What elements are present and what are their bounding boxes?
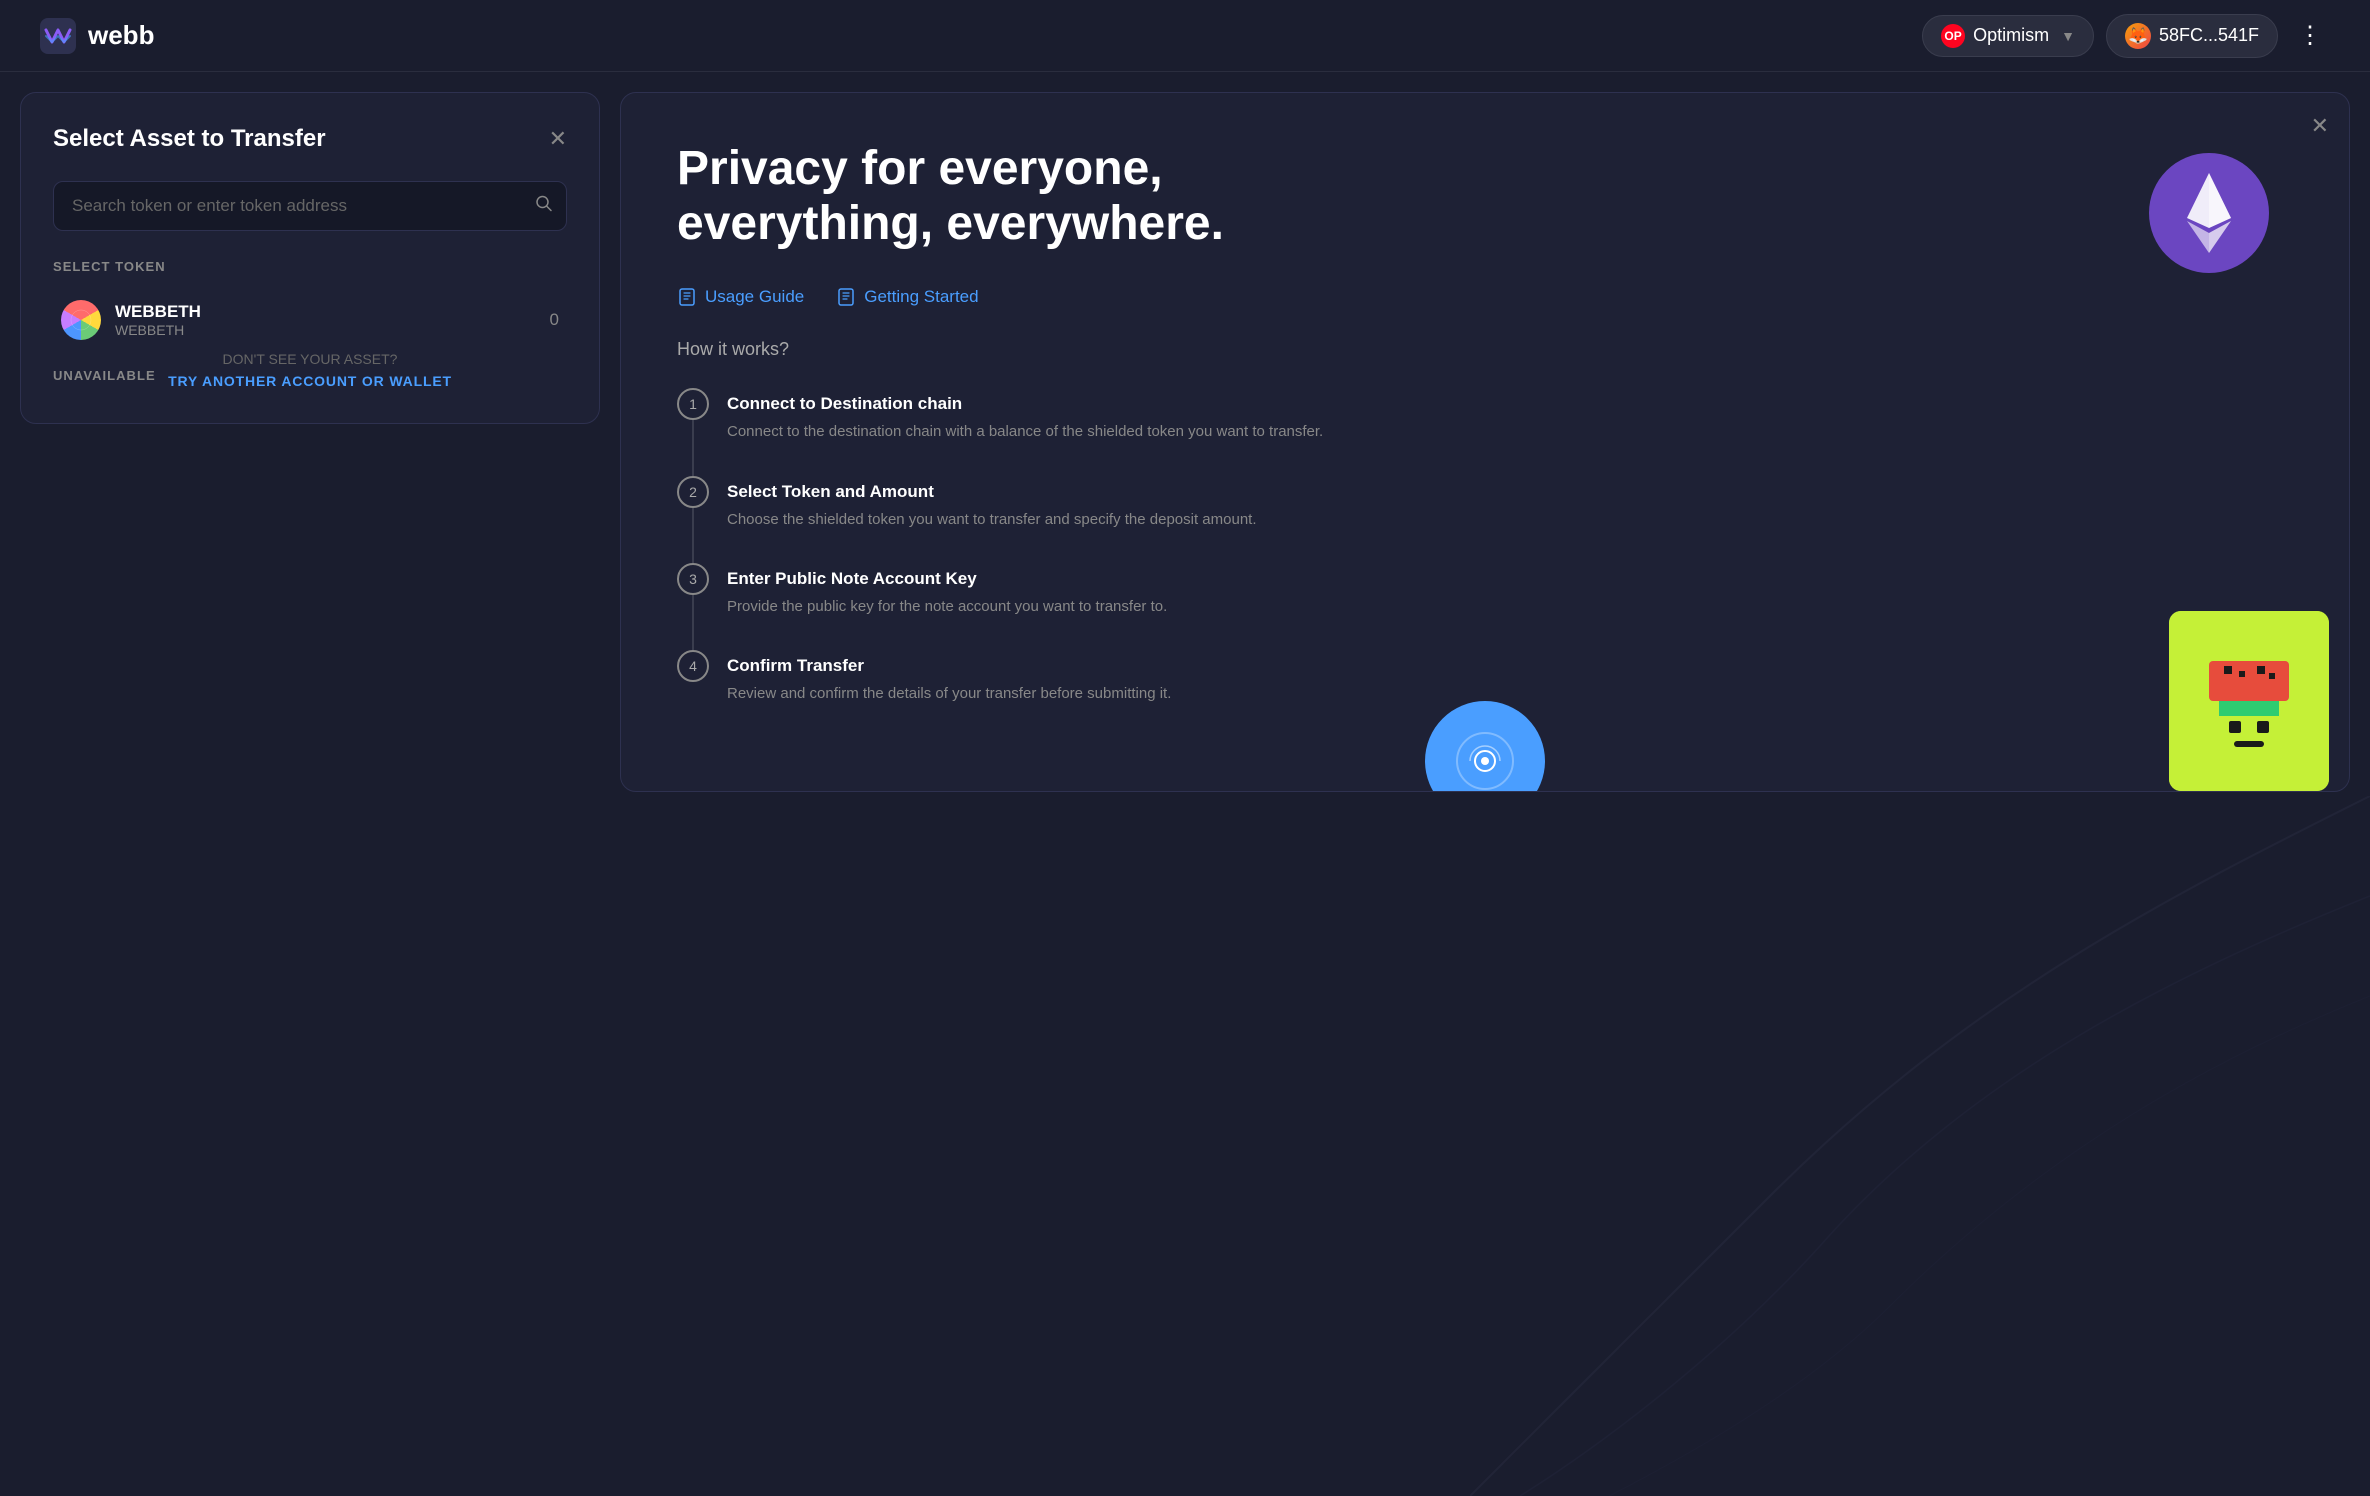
step-1-left: 1 xyxy=(677,388,709,475)
navbar-left: webb xyxy=(40,18,154,54)
wallet-address: 58FC...541F xyxy=(2159,25,2259,46)
step-3-desc: Provide the public key for the note acco… xyxy=(727,595,2293,618)
wallet-button[interactable]: 🦊 58FC...541F xyxy=(2106,14,2278,58)
step-1: 1 Connect to Destination chain Connect t… xyxy=(677,388,2293,475)
book-icon-usage xyxy=(677,287,697,307)
step-4-number: 4 xyxy=(677,650,709,682)
webb-logo-icon xyxy=(40,18,76,54)
usage-guide-label: Usage Guide xyxy=(705,287,804,307)
navbar: webb OP Optimism ▼ 🦊 58FC...541F ⋮ xyxy=(0,0,2370,72)
network-name: Optimism xyxy=(1973,25,2049,46)
step-3-number: 3 xyxy=(677,563,709,595)
webbeth-icon xyxy=(61,300,101,340)
try-another-link[interactable]: TRY ANOTHER ACCOUNT OR WALLET xyxy=(168,373,452,389)
token-name: WEBBETH xyxy=(115,302,201,322)
token-info: WEBBETH WEBBETH xyxy=(115,302,201,338)
step-4-title: Confirm Transfer xyxy=(727,656,2293,676)
token-left: WEBBETH WEBBETH xyxy=(61,300,201,340)
step-2-title: Select Token and Amount xyxy=(727,482,2293,502)
token-webbeth[interactable]: WEBBETH WEBBETH 0 xyxy=(53,288,567,352)
modal-header: Select Asset to Transfer ✕ xyxy=(53,125,567,153)
info-links: Usage Guide Getting Started xyxy=(677,287,2293,307)
chevron-down-icon: ▼ xyxy=(2061,28,2075,44)
watermelon-nft-card xyxy=(2169,611,2329,791)
more-options-button[interactable]: ⋮ xyxy=(2290,16,2330,56)
step-1-line xyxy=(692,420,694,475)
navbar-right: OP Optimism ▼ 🦊 58FC...541F ⋮ xyxy=(1922,14,2330,58)
info-panel: ✕ Privacy for everyone, everything, ever… xyxy=(620,92,2350,792)
dont-see-text: DON'T SEE YOUR ASSET? xyxy=(21,351,599,367)
book-icon-getting-started xyxy=(836,287,856,307)
ethereum-decoration xyxy=(2149,153,2269,273)
step-3-left: 3 xyxy=(677,563,709,650)
search-icon xyxy=(535,195,553,213)
token-symbol: WEBBETH xyxy=(115,322,201,338)
step-2: 2 Select Token and Amount Choose the shi… xyxy=(677,476,2293,563)
modal-title: Select Asset to Transfer xyxy=(53,125,326,153)
step-4-left: 4 xyxy=(677,650,709,737)
main-content: Select Asset to Transfer ✕ SELECT TOKEN xyxy=(0,72,2370,1496)
step-3-title: Enter Public Note Account Key xyxy=(727,569,2293,589)
step-3-line xyxy=(692,595,694,650)
search-button[interactable] xyxy=(535,195,553,218)
how-it-works-label: How it works? xyxy=(677,339,2293,360)
info-title: Privacy for everyone, everything, everyw… xyxy=(677,141,1377,251)
network-selector[interactable]: OP Optimism ▼ xyxy=(1922,15,2094,57)
step-2-line xyxy=(692,508,694,563)
step-3: 3 Enter Public Note Account Key Provide … xyxy=(677,563,2293,650)
steps-list: 1 Connect to Destination chain Connect t… xyxy=(677,388,2293,737)
search-input[interactable] xyxy=(53,181,567,231)
step-4-desc: Review and confirm the details of your t… xyxy=(727,682,2293,705)
info-close-button[interactable]: ✕ xyxy=(2311,113,2329,139)
modal-footer: DON'T SEE YOUR ASSET? TRY ANOTHER ACCOUN… xyxy=(21,351,599,391)
search-container xyxy=(53,181,567,231)
step-1-content: Connect to Destination chain Connect to … xyxy=(727,388,2293,475)
select-token-label: SELECT TOKEN xyxy=(53,259,567,274)
asset-select-modal: Select Asset to Transfer ✕ SELECT TOKEN xyxy=(20,92,600,424)
network-icon: OP xyxy=(1941,24,1965,48)
usage-guide-link[interactable]: Usage Guide xyxy=(677,287,804,307)
app-title: webb xyxy=(88,20,154,51)
step-2-number: 2 xyxy=(677,476,709,508)
step-3-content: Enter Public Note Account Key Provide th… xyxy=(727,563,2293,650)
wallet-avatar: 🦊 xyxy=(2125,23,2151,49)
step-2-content: Select Token and Amount Choose the shiel… xyxy=(727,476,2293,563)
step-2-left: 2 xyxy=(677,476,709,563)
getting-started-link[interactable]: Getting Started xyxy=(836,287,978,307)
step-1-number: 1 xyxy=(677,388,709,420)
step-1-desc: Connect to the destination chain with a … xyxy=(727,420,2293,443)
step-1-title: Connect to Destination chain xyxy=(727,394,2293,414)
token-balance: 0 xyxy=(550,310,559,330)
step-2-desc: Choose the shielded token you want to tr… xyxy=(727,508,2293,531)
modal-close-button[interactable]: ✕ xyxy=(549,128,567,150)
getting-started-label: Getting Started xyxy=(864,287,978,307)
